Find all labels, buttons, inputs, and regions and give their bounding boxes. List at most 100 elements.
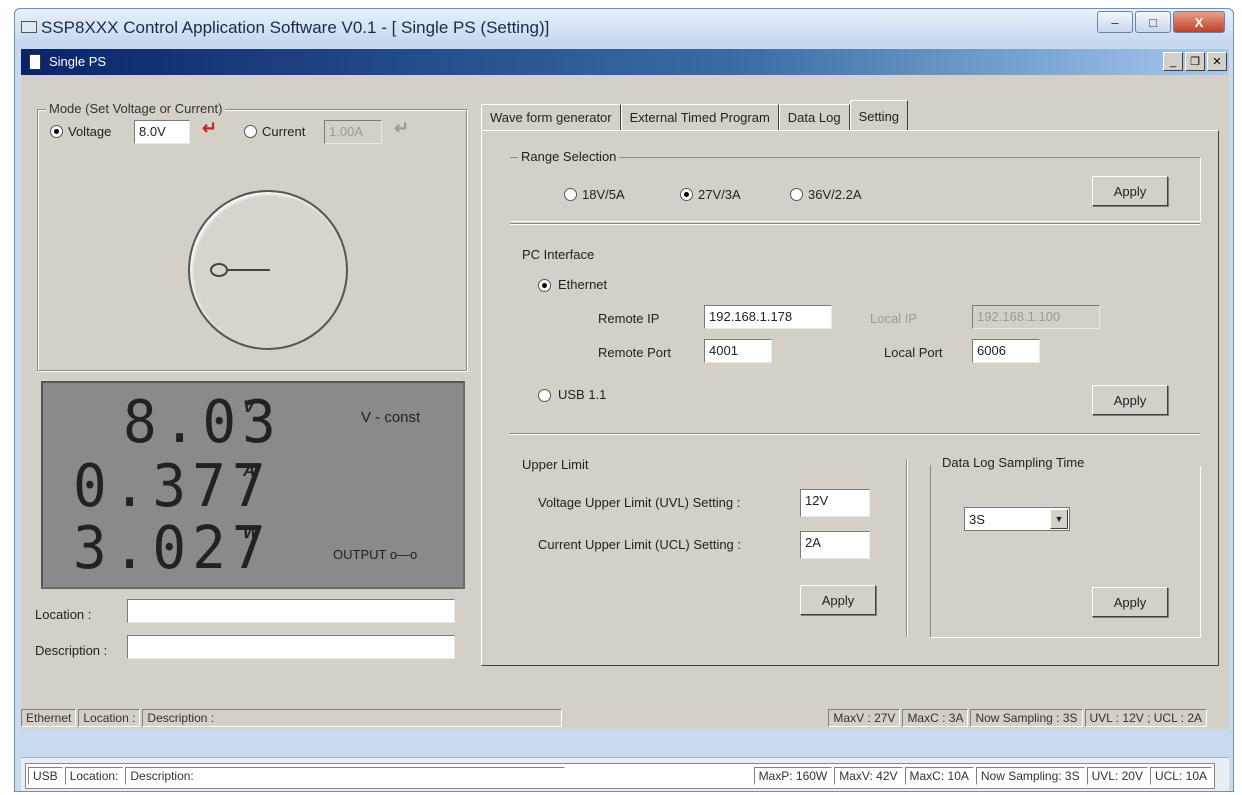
status-limits: UVL : 12V ; UCL : 2A bbox=[1084, 709, 1207, 727]
client-area: Mode (Set Voltage or Current) Voltage 8.… bbox=[21, 75, 1229, 715]
data-log-caption: Data Log Sampling Time bbox=[939, 455, 1088, 470]
knob-indicator bbox=[210, 263, 228, 277]
ethernet-status-bar: Ethernet Location : Description : MaxV :… bbox=[21, 707, 1229, 729]
lcd-current-unit: A bbox=[243, 461, 256, 480]
lcd-power: 3.027 bbox=[73, 514, 272, 583]
minimize-button[interactable]: – bbox=[1097, 11, 1133, 33]
ucl-label: Current Upper Limit (UCL) Setting : bbox=[538, 537, 742, 552]
voltage-label: Voltage bbox=[68, 124, 112, 139]
usb-label: USB 1.1 bbox=[558, 387, 607, 402]
description-input[interactable] bbox=[127, 635, 455, 659]
local-port-label: Local Port bbox=[884, 345, 943, 360]
tab-data-log[interactable]: Data Log bbox=[778, 104, 850, 130]
status-maxc: MaxC: 10A bbox=[904, 767, 974, 785]
status-maxp: MaxP: 160W bbox=[753, 767, 833, 785]
status-maxv: MaxV : 27V bbox=[828, 709, 901, 727]
lcd-power-unit: W bbox=[243, 523, 260, 542]
range-apply-button[interactable]: Apply bbox=[1092, 176, 1168, 206]
child-window-title: Single PS bbox=[49, 54, 107, 69]
local-ip-label: Local IP bbox=[870, 311, 917, 326]
remote-port-input[interactable]: 4001 bbox=[704, 339, 772, 363]
mode-caption: Mode (Set Voltage or Current) bbox=[46, 101, 226, 116]
vertical-divider bbox=[906, 459, 908, 637]
setpoint-knob[interactable] bbox=[188, 190, 348, 350]
uvl-input[interactable]: 12V bbox=[800, 489, 870, 517]
usb-status-area: USB Location: Description: MaxP: 160W Ma… bbox=[21, 757, 1229, 791]
data-log-apply-button[interactable]: Apply bbox=[1092, 587, 1168, 617]
sampling-time-value: 3S bbox=[969, 512, 985, 527]
status-location: Location : bbox=[78, 709, 141, 727]
location-input[interactable] bbox=[127, 599, 455, 623]
app-icon bbox=[21, 21, 37, 33]
usb-status-bar: USB Location: Description: MaxP: 160W Ma… bbox=[25, 763, 1215, 789]
status-maxc: MaxC : 3A bbox=[902, 709, 969, 727]
status-description: Description: bbox=[125, 767, 566, 785]
range-group: Range Selection 18V/5A 27V/3A 36V/2.2A A… bbox=[510, 149, 1200, 221]
status-maxv: MaxV: 42V bbox=[834, 767, 903, 785]
upper-limit-apply-button[interactable]: Apply bbox=[800, 585, 876, 615]
current-enter-icon[interactable]: ↵ bbox=[394, 118, 409, 139]
window-title: SSP8XXX Control Application Software V0.… bbox=[41, 18, 550, 37]
uvl-label: Voltage Upper Limit (UVL) Setting : bbox=[538, 495, 741, 510]
status-ucl: UCL: 10A bbox=[1149, 767, 1212, 785]
range-27v-label: 27V/3A bbox=[698, 187, 741, 202]
ethernet-radio[interactable] bbox=[538, 279, 551, 292]
status-connection: USB bbox=[28, 767, 63, 785]
pc-interface-caption: PC Interface bbox=[522, 247, 595, 262]
knob-pointer bbox=[228, 269, 270, 271]
range-27v-radio[interactable] bbox=[680, 188, 693, 201]
dropdown-arrow-icon[interactable]: ▼ bbox=[1050, 509, 1068, 529]
status-sampling: Now Sampling : 3S bbox=[970, 709, 1083, 727]
lcd-voltage-unit: V bbox=[243, 397, 255, 416]
setting-panel: Range Selection 18V/5A 27V/3A 36V/2.2A A… bbox=[481, 130, 1219, 666]
location-label: Location : bbox=[35, 607, 92, 622]
voltage-setpoint-input[interactable]: 8.0V bbox=[134, 120, 190, 144]
child-titlebar[interactable]: Single PS _ ❐ ✕ bbox=[21, 49, 1229, 75]
sampling-time-select[interactable]: 3S ▼ bbox=[964, 507, 1070, 531]
tab-external-timed-program[interactable]: External Timed Program bbox=[620, 104, 779, 130]
remote-port-label: Remote Port bbox=[598, 345, 671, 360]
ethernet-label: Ethernet bbox=[558, 277, 608, 292]
lcd-current: 0.377 bbox=[73, 452, 272, 521]
divider bbox=[510, 223, 1200, 225]
upper-limit-caption: Upper Limit bbox=[522, 457, 589, 472]
lcd-output-status: OUTPUT o—o bbox=[333, 547, 418, 562]
range-caption: Range Selection bbox=[518, 149, 620, 164]
child-minimize-button[interactable]: _ bbox=[1163, 52, 1183, 71]
range-18v-label: 18V/5A bbox=[582, 187, 625, 202]
ucl-input[interactable]: 2A bbox=[800, 531, 870, 559]
maximize-button[interactable]: □ bbox=[1135, 11, 1171, 33]
current-setpoint-input[interactable]: 1.00A bbox=[324, 120, 382, 144]
status-sampling: Now Sampling: 3S bbox=[975, 767, 1085, 785]
pc-interface-apply-button[interactable]: Apply bbox=[1092, 385, 1168, 415]
lcd-mode-status: V - const bbox=[361, 409, 421, 426]
local-port-input[interactable]: 6006 bbox=[972, 339, 1040, 363]
tab-waveform-generator[interactable]: Wave form generator bbox=[481, 104, 621, 130]
tab-strip: Wave form generator External Timed Progr… bbox=[481, 100, 909, 130]
mode-group: Mode (Set Voltage or Current) Voltage 8.… bbox=[37, 101, 467, 371]
child-restore-button[interactable]: ❐ bbox=[1185, 52, 1205, 71]
range-18v-radio[interactable] bbox=[564, 188, 577, 201]
description-label: Description : bbox=[35, 643, 108, 658]
lcd-display: 8.03 V V - const 0.377 A 3.027 W OUTPUT … bbox=[41, 381, 465, 589]
voltage-radio[interactable] bbox=[50, 125, 63, 138]
voltage-enter-icon[interactable]: ↵ bbox=[202, 118, 217, 139]
main-titlebar[interactable]: SSP8XXX Control Application Software V0.… bbox=[15, 9, 1233, 45]
current-radio[interactable] bbox=[244, 125, 257, 138]
usb-radio[interactable] bbox=[538, 389, 551, 402]
child-close-button[interactable]: ✕ bbox=[1207, 52, 1227, 71]
local-ip-input[interactable]: 192.168.1.100 bbox=[972, 305, 1100, 329]
status-connection: Ethernet bbox=[21, 709, 77, 727]
document-icon bbox=[29, 54, 41, 70]
close-button[interactable]: X bbox=[1173, 11, 1225, 33]
status-uvl: UVL: 20V bbox=[1086, 767, 1148, 785]
range-36v-label: 36V/2.2A bbox=[808, 187, 862, 202]
divider bbox=[510, 433, 1200, 435]
status-location: Location: bbox=[64, 767, 124, 785]
remote-ip-label: Remote IP bbox=[598, 311, 660, 326]
status-description: Description : bbox=[142, 709, 563, 727]
range-36v-radio[interactable] bbox=[790, 188, 803, 201]
tab-setting[interactable]: Setting bbox=[849, 100, 909, 130]
current-label: Current bbox=[262, 124, 306, 139]
remote-ip-input[interactable]: 192.168.1.178 bbox=[704, 305, 832, 329]
